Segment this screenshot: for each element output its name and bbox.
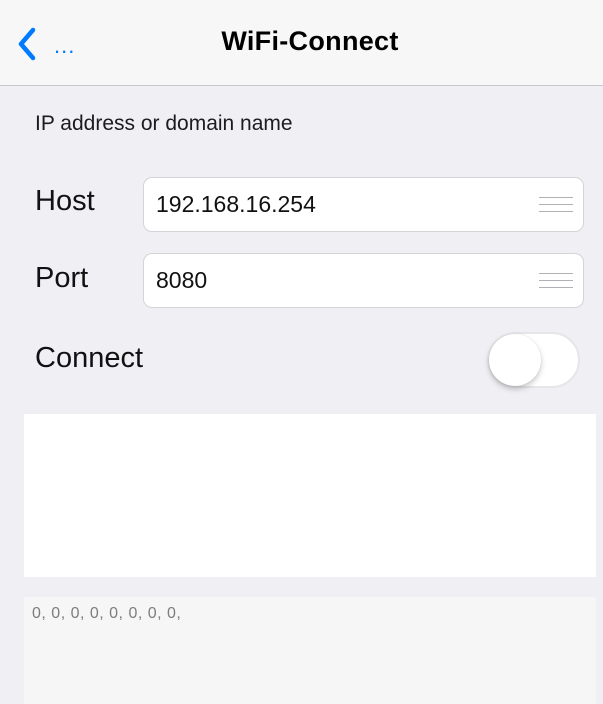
navigation-bar: ... WiFi-Connect [0, 0, 603, 86]
host-input-value: 192.168.16.254 [156, 191, 316, 217]
reorder-handle-icon [539, 273, 573, 288]
toggle-knob [489, 334, 541, 386]
data-log-panel: 0, 0, 0, 0, 0, 0, 0, 0, [24, 597, 596, 704]
port-input[interactable]: 8080 [143, 253, 584, 308]
connect-toggle[interactable] [487, 332, 580, 388]
reorder-handle-icon [539, 197, 573, 212]
port-input-value: 8080 [156, 267, 208, 293]
data-log-text: 0, 0, 0, 0, 0, 0, 0, 0, [32, 605, 182, 622]
port-label: Port [35, 262, 89, 294]
receive-panel [24, 414, 596, 577]
connect-label: Connect [35, 342, 144, 374]
host-hint-text: IP address or domain name [35, 112, 293, 135]
page-title: WiFi-Connect [221, 26, 399, 56]
host-label: Host [35, 185, 95, 217]
host-input[interactable]: 192.168.16.254 [143, 177, 584, 232]
